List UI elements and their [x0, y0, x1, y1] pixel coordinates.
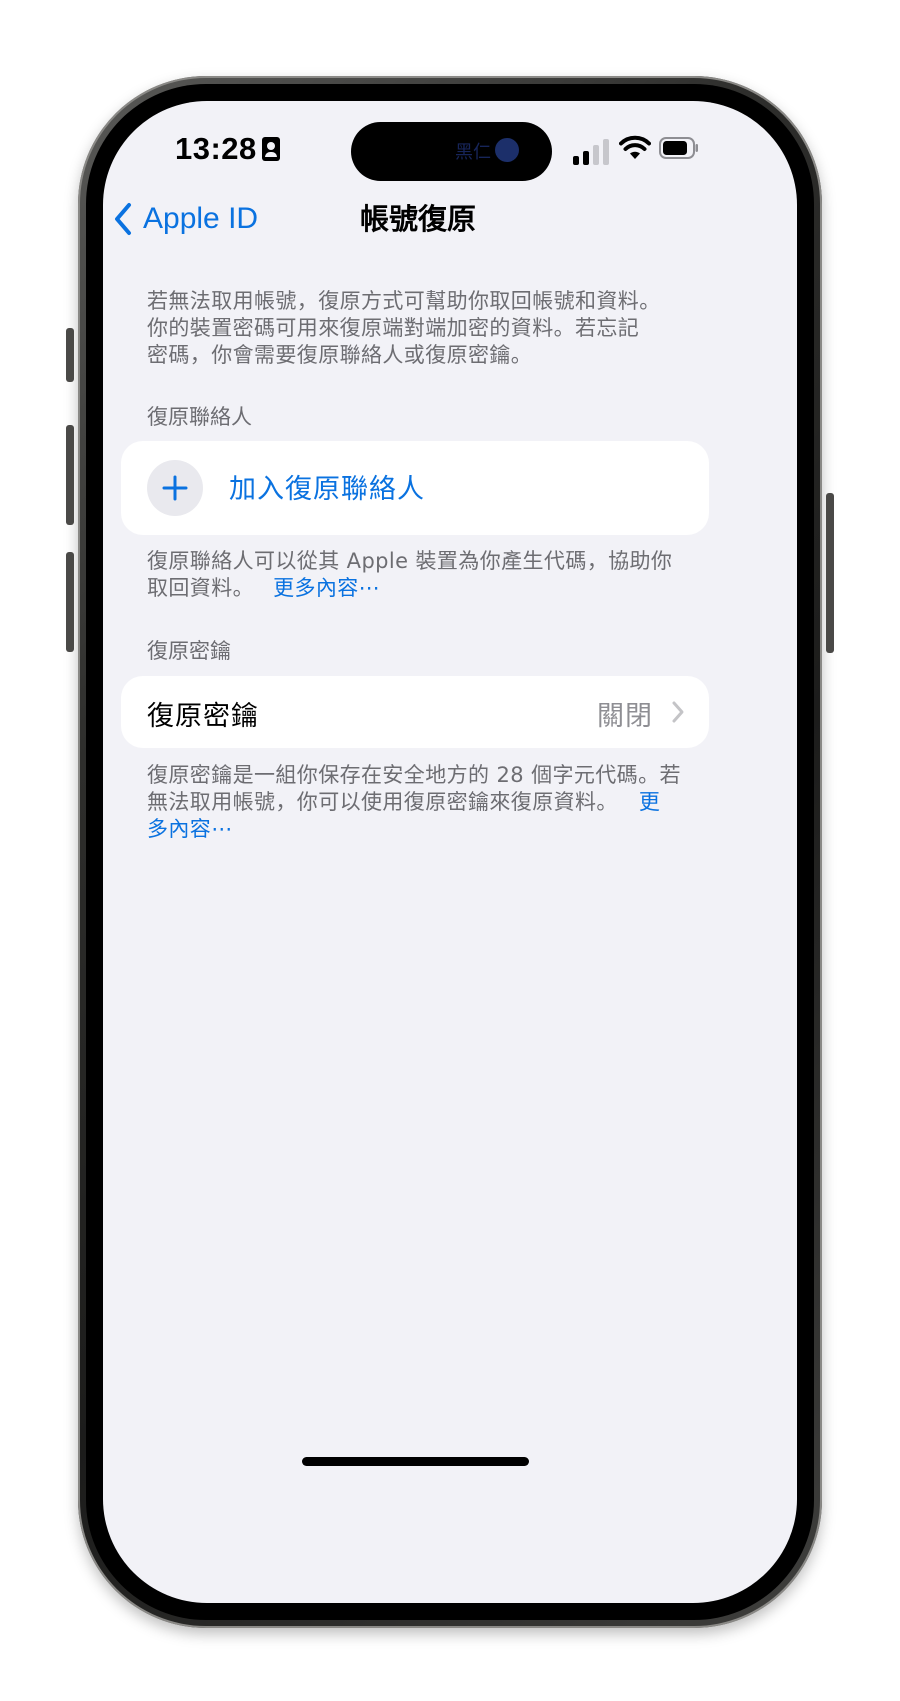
recovery-key-learn-more-link-part1[interactable]: 更	[639, 790, 660, 814]
recovery-contact-footer-text: 取回資料。	[147, 576, 254, 600]
recovery-key-header: 復原密鑰	[147, 639, 231, 663]
action-button	[66, 328, 74, 382]
add-recovery-contact-label: 加入復原聯絡人	[229, 474, 425, 505]
plus-icon	[162, 475, 188, 501]
status-time: 13:28	[175, 131, 257, 166]
wifi-icon	[619, 135, 651, 159]
home-indicator[interactable]	[302, 1457, 529, 1466]
recovery-contact-footer-line-1: 復原聯絡人可以從其 Apple 裝置為你產生代碼，協助你	[147, 549, 673, 573]
volume-down-button	[66, 552, 74, 652]
contact-card-icon	[262, 137, 280, 161]
dynamic-island: 黑仁	[351, 122, 552, 181]
recovery-key-learn-more-link-part2[interactable]: 多內容⋯	[147, 817, 233, 841]
recovery-key-footer-line-1: 復原密鑰是一組你保存在安全地方的 28 個字元代碼。若	[147, 763, 681, 787]
page-title: 帳號復原	[359, 202, 476, 236]
recovery-key-row-label: 復原密鑰	[147, 701, 259, 732]
recovery-contact-footer-line-2: 取回資料。 更多內容⋯	[147, 575, 707, 602]
recovery-key-footer-text: 無法取用帳號，你可以使用復原密鑰來復原資料。	[147, 790, 618, 814]
chevron-right-icon	[672, 701, 684, 723]
intro-line-1: 若無法取用帳號，復原方式可幫助你取回帳號和資料。	[147, 289, 661, 313]
recovery-contact-footer: 復原聯絡人可以從其 Apple 裝置為你產生代碼，協助你 取回資料。 更多內容⋯	[147, 548, 707, 602]
island-avatar-icon	[495, 138, 519, 162]
plus-circle	[147, 460, 203, 516]
recovery-key-footer-line-3: 多內容⋯	[147, 816, 707, 843]
recovery-key-status: 關閉	[597, 701, 653, 732]
recovery-key-row[interactable]: 復原密鑰 關閉	[121, 676, 709, 748]
add-recovery-contact-button[interactable]: 加入復原聯絡人	[121, 441, 709, 535]
recovery-contact-header: 復原聯絡人	[147, 405, 252, 429]
battery-icon	[659, 137, 698, 159]
side-button	[826, 493, 834, 653]
page-canvas: 13:28 黑仁 Apple ID 帳號復原 若無法取用帳號，復原方式可幫助你取…	[0, 0, 900, 1701]
cellular-signal-icon	[573, 139, 609, 165]
intro-line-3: 密碼，你會需要復原聯絡人或復原密鑰。	[147, 343, 533, 367]
recovery-key-footer: 復原密鑰是一組你保存在安全地方的 28 個字元代碼。若 無法取用帳號，你可以使用…	[147, 762, 707, 843]
phone-screen: 13:28 黑仁 Apple ID 帳號復原 若無法取用帳號，復原方式可幫助你取…	[103, 101, 797, 1603]
volume-up-button	[66, 425, 74, 525]
recovery-key-footer-line-2: 無法取用帳號，你可以使用復原密鑰來復原資料。 更	[147, 789, 707, 816]
intro-line-2: 你的裝置密碼可用來復原端對端加密的資料。若忘記	[147, 316, 640, 340]
intro-text: 若無法取用帳號，復原方式可幫助你取回帳號和資料。 你的裝置密碼可用來復原端對端加…	[147, 288, 707, 369]
island-text: 黑仁	[455, 142, 491, 163]
recovery-contact-learn-more-link[interactable]: 更多內容⋯	[273, 576, 380, 600]
